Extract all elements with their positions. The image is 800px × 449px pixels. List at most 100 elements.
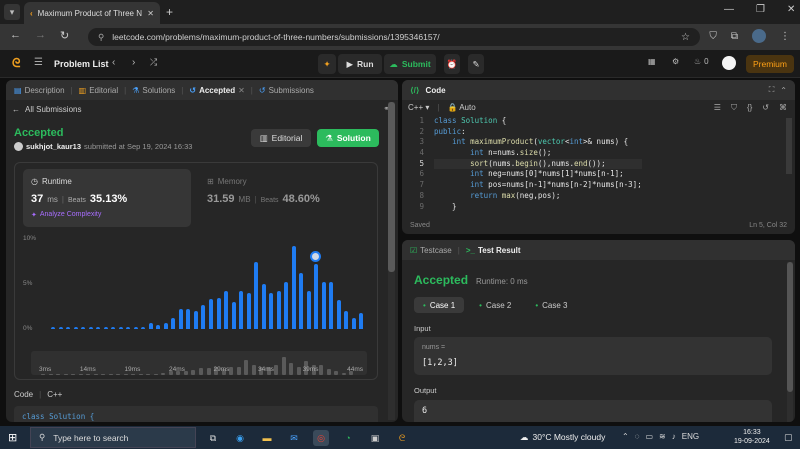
edge-icon[interactable]: ◉ — [232, 430, 248, 446]
distribution-bar[interactable] — [314, 264, 319, 329]
distribution-bar[interactable] — [171, 318, 176, 329]
forward-icon[interactable]: → — [35, 29, 46, 42]
shortcut-icon[interactable]: ⌘ — [779, 103, 787, 113]
distribution-bar[interactable] — [58, 327, 63, 329]
distribution-bar[interactable] — [291, 246, 296, 329]
code-line[interactable]: int pos=nums[n-1]*nums[n-2]*nums[n-3]; — [434, 180, 642, 191]
distribution-bar[interactable] — [209, 299, 213, 329]
tab-solutions[interactable]: ⚗ Solutions — [132, 86, 175, 95]
close-tab-icon[interactable]: ✕ — [147, 9, 154, 18]
distribution-bar[interactable] — [81, 327, 86, 329]
user-avatar[interactable] — [722, 56, 736, 70]
analyze-complexity-link[interactable]: ✦ Analyze Complexity — [31, 211, 101, 219]
distribution-bar[interactable] — [141, 327, 146, 329]
prev-problem-icon[interactable]: ‹ — [112, 57, 115, 68]
code-line[interactable]: return max(neg,pos); — [434, 191, 642, 202]
distribution-bar[interactable] — [66, 327, 71, 329]
note-icon[interactable]: ☰ — [714, 103, 721, 113]
settings-icon[interactable]: ⚙ — [672, 57, 679, 66]
distribution-bar[interactable] — [133, 327, 138, 329]
tab-submissions[interactable]: ↺ Submissions — [259, 86, 314, 95]
distribution-bar[interactable] — [269, 293, 274, 329]
left-scrollbar[interactable] — [388, 102, 395, 420]
mail-icon[interactable]: ✉ — [286, 430, 302, 446]
store-icon[interactable]: ▣ — [367, 430, 383, 446]
code-preview[interactable]: class Solution { — [14, 406, 378, 422]
new-tab-icon[interactable]: + — [166, 5, 173, 19]
distribution-bar[interactable] — [193, 311, 198, 329]
distribution-bar[interactable] — [246, 293, 251, 329]
code-line[interactable]: class Solution { — [434, 116, 642, 127]
bookmark-icon[interactable]: ⛉ — [731, 103, 737, 113]
distribution-bar[interactable] — [178, 309, 183, 329]
user-avatar-small[interactable] — [14, 142, 23, 151]
shield-icon[interactable]: ⛉ — [709, 31, 717, 42]
your-submission-marker[interactable] — [310, 251, 322, 263]
distribution-bar[interactable] — [336, 300, 341, 329]
distribution-bar[interactable] — [254, 262, 259, 329]
username[interactable]: sukhjot_kaur13 — [26, 142, 81, 151]
distribution-bar[interactable] — [96, 327, 101, 329]
bookmark-star-icon[interactable]: ☆ — [681, 32, 690, 43]
distribution-bar[interactable] — [261, 284, 266, 329]
braces-icon[interactable]: {} — [747, 103, 752, 113]
problem-list-link[interactable]: Problem List — [54, 59, 109, 69]
wifi-icon[interactable]: ≋ — [659, 432, 666, 441]
all-submissions-link[interactable]: ← All Submissions — [12, 105, 81, 114]
tab-search-icon[interactable]: ▾ — [4, 4, 20, 20]
run-button[interactable]: ▶ Run — [338, 54, 382, 74]
code-line[interactable]: sort(nums.begin(),nums.end()); — [434, 158, 642, 170]
reload-icon[interactable]: ↻ — [60, 29, 69, 42]
distribution-bar[interactable] — [284, 282, 289, 329]
input-box[interactable]: nums = [1,2,3] — [414, 337, 772, 375]
chrome-icon[interactable]: ◎ — [313, 430, 329, 446]
distribution-bar[interactable] — [321, 282, 326, 329]
distribution-bar[interactable] — [73, 327, 78, 329]
battery-icon[interactable]: ▭ — [645, 432, 653, 441]
tab-test-result[interactable]: >_ Test Result — [466, 246, 521, 255]
windows-start-icon[interactable]: ⊞ — [8, 431, 17, 444]
layout-icon[interactable]: ▦ — [648, 57, 656, 66]
tab-accepted[interactable]: ↺ Accepted ✕ — [189, 86, 244, 95]
distribution-bar[interactable] — [231, 302, 236, 329]
code-line[interactable]: int neg=nums[0]*nums[1]*nums[n-1]; — [434, 169, 642, 180]
editorial-button[interactable]: ▥ Editorial — [251, 129, 311, 147]
streak-counter[interactable]: ♨ 0 — [694, 57, 709, 66]
distribution-bar[interactable] — [299, 273, 304, 329]
distribution-bar[interactable] — [186, 309, 191, 329]
tab-description[interactable]: ▤ Description — [14, 86, 65, 95]
distribution-bar[interactable] — [51, 327, 55, 329]
distribution-bar[interactable] — [111, 327, 116, 329]
premium-button[interactable]: Premium — [746, 55, 794, 73]
test-scrollbar[interactable] — [787, 262, 793, 422]
submit-button[interactable]: ☁ Submit — [384, 54, 436, 74]
bars-area[interactable] — [51, 239, 367, 329]
case-1-tab[interactable]: • Case 1 — [414, 297, 465, 313]
distribution-bar[interactable] — [118, 327, 123, 329]
extensions-icon[interactable]: ⧉ — [731, 31, 738, 42]
shuffle-icon[interactable]: ⤮ — [150, 57, 157, 68]
network-icon[interactable]: ◌ — [635, 432, 640, 441]
leetcode-app-icon[interactable]: ᘓ — [394, 430, 410, 446]
code-line[interactable]: public: — [434, 127, 642, 138]
whatsapp-icon[interactable]: ◔ — [340, 430, 356, 446]
tab-testcase[interactable]: ☑ Testcase — [410, 246, 452, 255]
input-language[interactable]: ENG — [682, 432, 699, 441]
site-info-icon[interactable]: ⚲ — [98, 32, 104, 43]
maximize-icon[interactable]: ⛶ — [769, 85, 775, 95]
code-lines[interactable]: class Solution {public: int maximumProdu… — [434, 116, 642, 212]
address-bar[interactable]: ⚲ leetcode.com/problems/maximum-product-… — [88, 28, 700, 46]
code-line[interactable]: int n=nums.size(); — [434, 148, 642, 159]
distribution-bar[interactable] — [239, 291, 244, 329]
timer-button[interactable]: ⏰ — [444, 54, 460, 74]
clock[interactable]: 16:33 19-09-2024 — [734, 428, 770, 446]
case-3-tab[interactable]: • Case 3 — [526, 297, 576, 313]
task-view-icon[interactable]: ⧉ — [205, 430, 221, 446]
distribution-bar[interactable] — [103, 327, 108, 329]
profile-avatar[interactable] — [752, 29, 766, 43]
runtime-box[interactable]: ◷ Runtime 37 ms | Beats 35.13% ✦ Analyze C… — [23, 169, 191, 227]
code-editor[interactable]: 123456789 class Solution {public: int ma… — [402, 116, 795, 212]
volume-icon[interactable]: ♪ — [672, 432, 676, 441]
output-box[interactable]: 6 — [414, 400, 772, 422]
distribution-bar[interactable] — [216, 297, 221, 329]
